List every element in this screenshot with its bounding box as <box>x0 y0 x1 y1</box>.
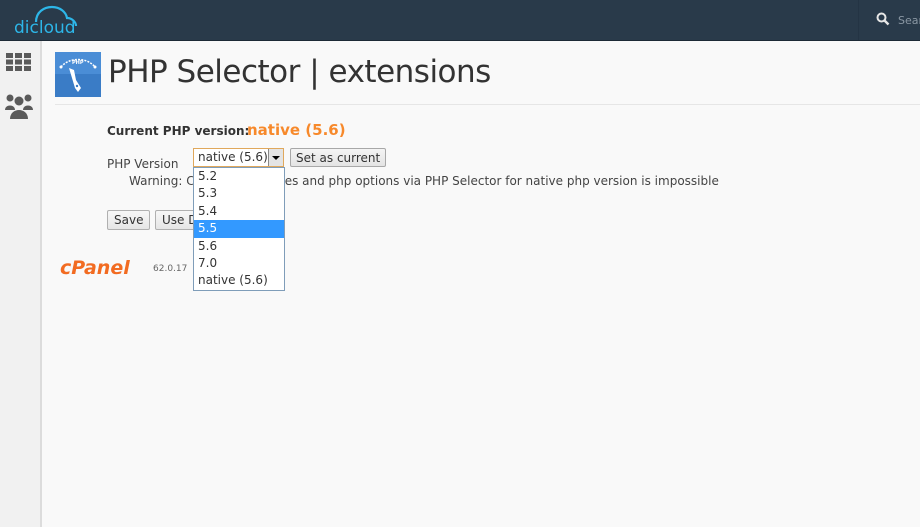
dropdown-option[interactable]: 5.5 <box>194 220 284 238</box>
chevron-down-icon[interactable] <box>268 149 283 166</box>
search-icon[interactable] <box>876 12 890 26</box>
select-value: native (5.6) <box>198 150 268 164</box>
svg-text:cPanel: cPanel <box>60 258 130 278</box>
current-version-label: Current PHP version: <box>107 124 250 138</box>
dropdown-option[interactable]: 5.2 <box>194 168 284 185</box>
dropdown-option[interactable]: 7.0 <box>194 255 284 272</box>
page-title: PHP Selector | extensions <box>108 54 491 90</box>
dropdown-option[interactable]: native (5.6) <box>194 272 284 289</box>
navbar-divider <box>858 0 859 40</box>
current-version-value: native (5.6) <box>247 121 346 139</box>
search-input[interactable] <box>898 11 920 29</box>
set-as-current-button[interactable]: Set as current <box>290 148 387 167</box>
svg-text:dicloud: dicloud <box>14 18 76 36</box>
cpanel-version: 62.0.17 <box>153 264 188 274</box>
cpanel-logo[interactable]: cPanel <box>60 258 150 278</box>
grid-icon[interactable] <box>6 53 32 71</box>
top-navbar: dicloud <box>0 0 920 41</box>
php-gauge-icon: PHP <box>55 52 101 97</box>
php-version-label: PHP Version <box>107 157 179 171</box>
dropdown-option[interactable]: 5.3 <box>194 185 284 202</box>
save-button[interactable]: Save <box>107 210 151 230</box>
svg-text:PHP: PHP <box>72 60 84 66</box>
title-divider <box>55 104 920 105</box>
sidebar <box>0 41 42 527</box>
dropdown-option[interactable]: 5.4 <box>194 203 284 220</box>
users-icon[interactable] <box>5 93 33 119</box>
dropdown-option[interactable]: 5.6 <box>194 238 284 255</box>
php-version-dropdown[interactable]: 5.2 5.3 5.4 5.5 5.6 7.0 native (5.6) <box>193 167 285 291</box>
dicloud-logo[interactable]: dicloud <box>14 4 86 36</box>
php-version-select[interactable]: native (5.6) <box>193 148 284 167</box>
